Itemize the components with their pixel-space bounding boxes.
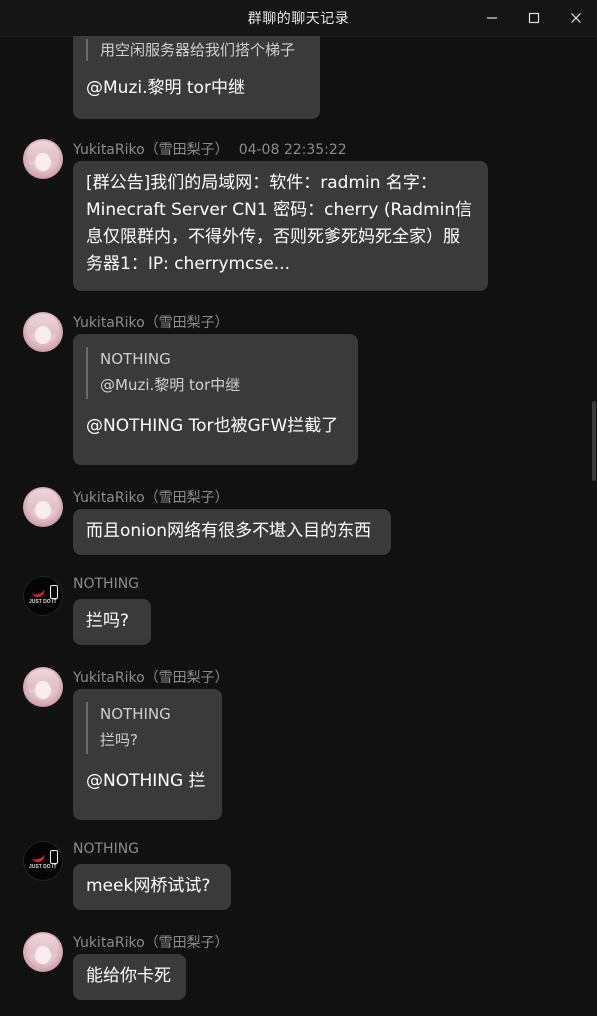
avatar[interactable] xyxy=(23,667,63,707)
swoosh-logo xyxy=(30,851,47,864)
quoted-message: NOTHING @Muzi.黎明 tor中继 xyxy=(86,347,345,399)
title-bar[interactable]: 群聊的聊天记录 xyxy=(0,0,597,37)
quoted-sender: NOTHING xyxy=(100,705,171,723)
chat-history-window: 群聊的聊天记录 用空闲服务器给我们搭个梯子 @Muzi.黎明 tor中继 Yuk… xyxy=(0,0,597,1016)
message-text: 而且onion网络有很多不堪入目的东西 xyxy=(86,521,372,541)
phone-icon xyxy=(50,585,58,599)
maximize-icon xyxy=(528,12,540,24)
sender-name: YukitaRiko（雪田梨子） xyxy=(73,490,229,506)
message-line: 息仅限群内，不得外传，否则死爹死妈死全家）服 xyxy=(86,227,460,247)
avatar[interactable] xyxy=(23,487,63,527)
message-bubble[interactable]: NOTHING @Muzi.黎明 tor中继 @NOTHING Tor也被GFW… xyxy=(73,334,358,465)
sender-name: NOTHING xyxy=(73,576,140,592)
window-title: 群聊的聊天记录 xyxy=(247,11,350,27)
phone-icon xyxy=(50,850,58,864)
message-bubble[interactable]: 用空闲服务器给我们搭个梯子 @Muzi.黎明 tor中继 xyxy=(73,36,320,119)
quoted-text: @Muzi.黎明 tor中继 xyxy=(100,376,241,394)
message-text: 能给你卡死 xyxy=(86,966,171,986)
message-text: meek网桥试试? xyxy=(86,876,211,896)
message-text: @NOTHING 拦 xyxy=(86,771,206,791)
message-line: Minecraft Server CN1 密码：cherry (Radmin信 xyxy=(86,200,473,220)
swoosh-logo xyxy=(30,586,47,599)
maximize-button[interactable] xyxy=(513,0,555,36)
minimize-icon xyxy=(487,17,497,19)
message-bubble[interactable]: 能给你卡死 xyxy=(73,954,186,1000)
message-bubble[interactable]: [群公告]我们的局域网：软件：radmin 名字： Minecraft Serv… xyxy=(73,161,488,291)
message-list[interactable]: 用空闲服务器给我们搭个梯子 @Muzi.黎明 tor中继 YukitaRiko（… xyxy=(0,36,597,1016)
sender-name: YukitaRiko（雪田梨子） xyxy=(73,142,229,158)
avatar[interactable] xyxy=(23,139,63,179)
message-text: @NOTHING Tor也被GFW拦截了 xyxy=(86,416,339,436)
avatar[interactable] xyxy=(23,312,63,352)
quoted-message: 用空闲服务器给我们搭个梯子 xyxy=(86,39,307,61)
message-text: 拦吗? xyxy=(86,611,130,631)
close-button[interactable] xyxy=(555,0,597,36)
quoted-text: 用空闲服务器给我们搭个梯子 xyxy=(100,41,296,59)
quoted-text: 拦吗? xyxy=(100,731,138,749)
message-text: @Muzi.黎明 tor中继 xyxy=(86,78,245,98)
avatar-caption: JUST DO IT xyxy=(29,599,57,605)
message-bubble[interactable]: NOTHING 拦吗? @NOTHING 拦 xyxy=(73,689,222,820)
quoted-sender: NOTHING xyxy=(100,350,171,368)
message-bubble[interactable]: 拦吗? xyxy=(73,599,151,645)
quoted-message: NOTHING 拦吗? xyxy=(86,702,209,754)
avatar[interactable]: JUST DO IT xyxy=(23,576,63,616)
message-line: [群公告]我们的局域网：软件：radmin 名字： xyxy=(86,173,437,193)
sender-name: YukitaRiko（雪田梨子） xyxy=(73,935,229,951)
close-icon xyxy=(571,13,581,23)
message-line: 务器1：IP: cherrymcse... xyxy=(86,254,290,274)
sender-line: YukitaRiko（雪田梨子） 04-08 22:35:22 xyxy=(73,139,347,159)
avatar-caption: JUST DO IT xyxy=(29,864,57,870)
sender-name: NOTHING xyxy=(73,841,140,857)
scrollbar-thumb[interactable] xyxy=(592,401,596,481)
sender-name: YukitaRiko（雪田梨子） xyxy=(73,670,229,686)
avatar[interactable]: JUST DO IT xyxy=(23,841,63,881)
message-timestamp: 04-08 22:35:22 xyxy=(238,142,347,158)
minimize-button[interactable] xyxy=(471,0,513,36)
avatar[interactable] xyxy=(23,932,63,972)
sender-name: YukitaRiko（雪田梨子） xyxy=(73,315,229,331)
message-bubble[interactable]: 而且onion网络有很多不堪入目的东西 xyxy=(73,509,391,555)
message-bubble[interactable]: meek网桥试试? xyxy=(73,864,231,910)
window-controls xyxy=(471,0,597,36)
